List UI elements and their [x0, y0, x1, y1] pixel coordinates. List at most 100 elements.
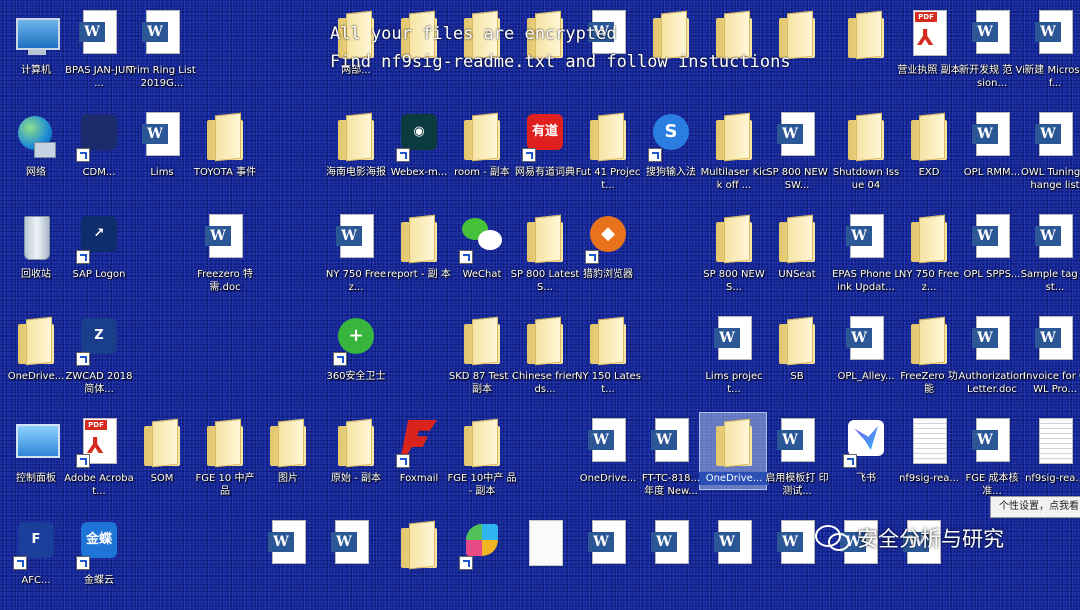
desktop-icon[interactable]: 控制面板 — [5, 412, 67, 508]
desktop-icon[interactable]: W FT-TC-818... 年度 New... — [640, 412, 702, 508]
desktop-icon[interactable]: WeChat — [451, 208, 513, 304]
desktop-icon[interactable]: Multilaser Kick off ... — [701, 106, 767, 202]
desktop-icon[interactable]: W 新开发规 范 Vision... — [959, 4, 1025, 100]
desktop-icon[interactable]: Shutdown Issue 04 — [833, 106, 899, 202]
desktop-icon[interactable]: W — [640, 514, 702, 610]
desktop-icon-label: AFC... — [21, 575, 51, 586]
desktop-icon-label: SP 800 NEW SW... — [766, 167, 828, 191]
shortcut-arrow-icon — [459, 250, 473, 264]
desktop-icon[interactable]: 原始 - 副本 — [325, 412, 387, 508]
desktop-icon[interactable]: W FGE 成本核 准... — [961, 412, 1023, 508]
desktop-icon[interactable]: FGE 10 中产 品 — [194, 412, 256, 508]
word-document-icon: W — [588, 520, 628, 570]
word-document-icon: W — [1035, 214, 1075, 264]
desktop-icon[interactable]: nf9sig-rea... — [1024, 412, 1080, 508]
desktop-icon[interactable]: 有道 网易有道词典 — [514, 106, 576, 202]
desktop-icon[interactable]: W Trim Ring List 2019G... — [128, 4, 196, 100]
desktop-icon[interactable]: W — [703, 514, 765, 610]
shortcut-arrow-icon — [522, 148, 536, 162]
desktop-icon[interactable]: ◆ 猎豹浏览器 — [577, 208, 639, 304]
desktop-icon[interactable]: W OPL SPPS... — [961, 208, 1023, 304]
word-document-icon: W — [142, 112, 182, 162]
desktop-icon[interactable]: W Authorization Letter.doc — [959, 310, 1025, 406]
desktop-icon[interactable]: W — [577, 514, 639, 610]
desktop-icon[interactable]: W Sample tag List... — [1021, 208, 1080, 304]
desktop-icon[interactable]: report - 副 本 — [387, 208, 451, 304]
desktop-icon[interactable]: W — [257, 514, 319, 610]
desktop-icon[interactable]: W EPAS Phone Link Updat... — [832, 208, 900, 304]
desktop-icon[interactable]: F AFC... — [5, 514, 67, 610]
text-file-icon — [1035, 418, 1075, 468]
desktop-icon[interactable]: W SP 800 NEW SW... — [766, 106, 828, 202]
desktop-icon[interactable]: 网络 — [5, 106, 67, 202]
ransom-note-overlay: All your files are encrypted Find nf9sig-… — [330, 20, 890, 76]
pdf-document-icon: PDF ⅄ — [909, 10, 949, 60]
desktop-icon[interactable]: SOM — [131, 412, 193, 508]
desktop-icon[interactable]: W 新建 Microsof... — [1024, 4, 1080, 100]
desktop-icon[interactable]: EXD — [898, 106, 960, 202]
desktop-icon[interactable]: nf9sig-rea... — [898, 412, 960, 508]
desktop-icon[interactable]: UNSeat — [766, 208, 828, 304]
desktop-icon[interactable]: OneDrive... — [699, 412, 769, 508]
desktop-icon[interactable] — [388, 514, 450, 610]
desktop-icon-label: Lims — [150, 167, 174, 178]
desktop-icon[interactable]: Fut 41 Project... — [576, 106, 640, 202]
desktop-icon[interactable]: W OneDrive... — [577, 412, 639, 508]
desktop-icon[interactable]: NY 150 Latest... — [575, 310, 641, 406]
desktop-icon[interactable]: 图片 — [257, 412, 319, 508]
folder-icon — [525, 316, 565, 366]
desktop-icon[interactable]: SP 800 Latest S... — [511, 208, 579, 304]
desktop-icon[interactable]: 回收站 — [5, 208, 67, 304]
shortcut-arrow-icon — [13, 556, 27, 570]
desktop-icon[interactable]: W BPAS JAN-JUN ... — [65, 4, 133, 100]
desktop-icon[interactable]: room - 副本 — [451, 106, 513, 202]
desktop-icon[interactable]: NY 750 Freez... — [898, 208, 960, 304]
desktop-icon-label: UNSeat — [778, 269, 816, 280]
desktop-icon[interactable]: SKD 87 Test - 副本 — [449, 310, 515, 406]
desktop-icon-label: FT-TC-818... 年度 New... — [641, 473, 701, 497]
desktop-icon[interactable]: ◉ Webex-m... — [388, 106, 450, 202]
desktop-icon[interactable]: W 启用模板打 印测试... — [765, 412, 829, 508]
desktop-icon[interactable]: CDM... — [68, 106, 130, 202]
desktop-icon[interactable]: 飞书 — [835, 412, 897, 508]
desktop-icon[interactable]: Z ZWCAD 2018 简体... — [66, 310, 132, 406]
desktop-icon[interactable]: FreeZero 功 能 — [898, 310, 960, 406]
desktop-icon[interactable]: PDF ⅄ Adobe Acrobat... — [64, 412, 134, 508]
folder-icon — [16, 316, 56, 366]
desktop-icon[interactable]: S 搜狗输入法 — [640, 106, 702, 202]
desktop-icon[interactable]: TOYOTA 事件 — [194, 106, 256, 202]
desktop-icon[interactable]: SB — [766, 310, 828, 406]
desktop-icon[interactable]: OneDrive... — [5, 310, 67, 406]
desktop-icon[interactable]: 海南电影海报 — [325, 106, 387, 202]
desktop-icon-label: 原始 - 副本 — [331, 473, 381, 484]
desktop-icon[interactable] — [451, 514, 513, 610]
desktop-icon[interactable]: Foxmail — [388, 412, 450, 508]
desktop-icon[interactable]: W — [320, 514, 382, 610]
desktop-icon[interactable]: Chinese friends... — [512, 310, 578, 406]
ransom-line-1: All your files are encrypted — [330, 24, 617, 44]
desktop-icon[interactable]: FGE 10中产 品 - 副本 — [448, 412, 516, 508]
desktop-icon[interactable]: W OWL Tuning change list — [1021, 106, 1080, 202]
desktop-icon[interactable]: W OPL_Alley... — [835, 310, 897, 406]
desktop-icon[interactable]: ↗ SAP Logon — [68, 208, 130, 304]
desktop-icon-label: SOM — [150, 473, 174, 484]
word-document-icon: W — [79, 10, 119, 60]
desktop-icon[interactable]: SP 800 NEW S... — [703, 208, 765, 304]
desktop-icon[interactable]: 金蝶 金蝶云 — [68, 514, 130, 610]
word-document-icon: W — [651, 418, 691, 468]
desktop-icon-label: 计算机 — [21, 65, 51, 76]
desktop-icon[interactable]: 计算机 — [5, 4, 67, 100]
desktop-icon[interactable] — [514, 514, 576, 610]
word-document-icon: W — [651, 520, 691, 570]
desktop-icon[interactable]: W Lims — [131, 106, 193, 202]
desktop-icon-label: report - 副 本 — [387, 269, 451, 280]
desktop-icon[interactable]: W Freezero 特 需.doc — [194, 208, 256, 304]
desktop-icon-label: SB — [790, 371, 804, 382]
desktop-icon[interactable]: PDF ⅄ 营业执照 副本 — [897, 4, 961, 100]
desktop-icon[interactable]: W Lims project... — [703, 310, 765, 406]
desktop[interactable]: 计算机 W BPAS JAN-JUN ... W Trim Ring List 2019… — [0, 0, 1080, 586]
desktop-icon[interactable]: W OPL RMM... — [961, 106, 1023, 202]
desktop-icon[interactable]: W Invoice for OWL Pro... — [1023, 310, 1080, 406]
desktop-icon[interactable]: +360安全卫士 — [325, 310, 387, 406]
desktop-icon[interactable]: W NY 750 Freez... — [325, 208, 387, 304]
